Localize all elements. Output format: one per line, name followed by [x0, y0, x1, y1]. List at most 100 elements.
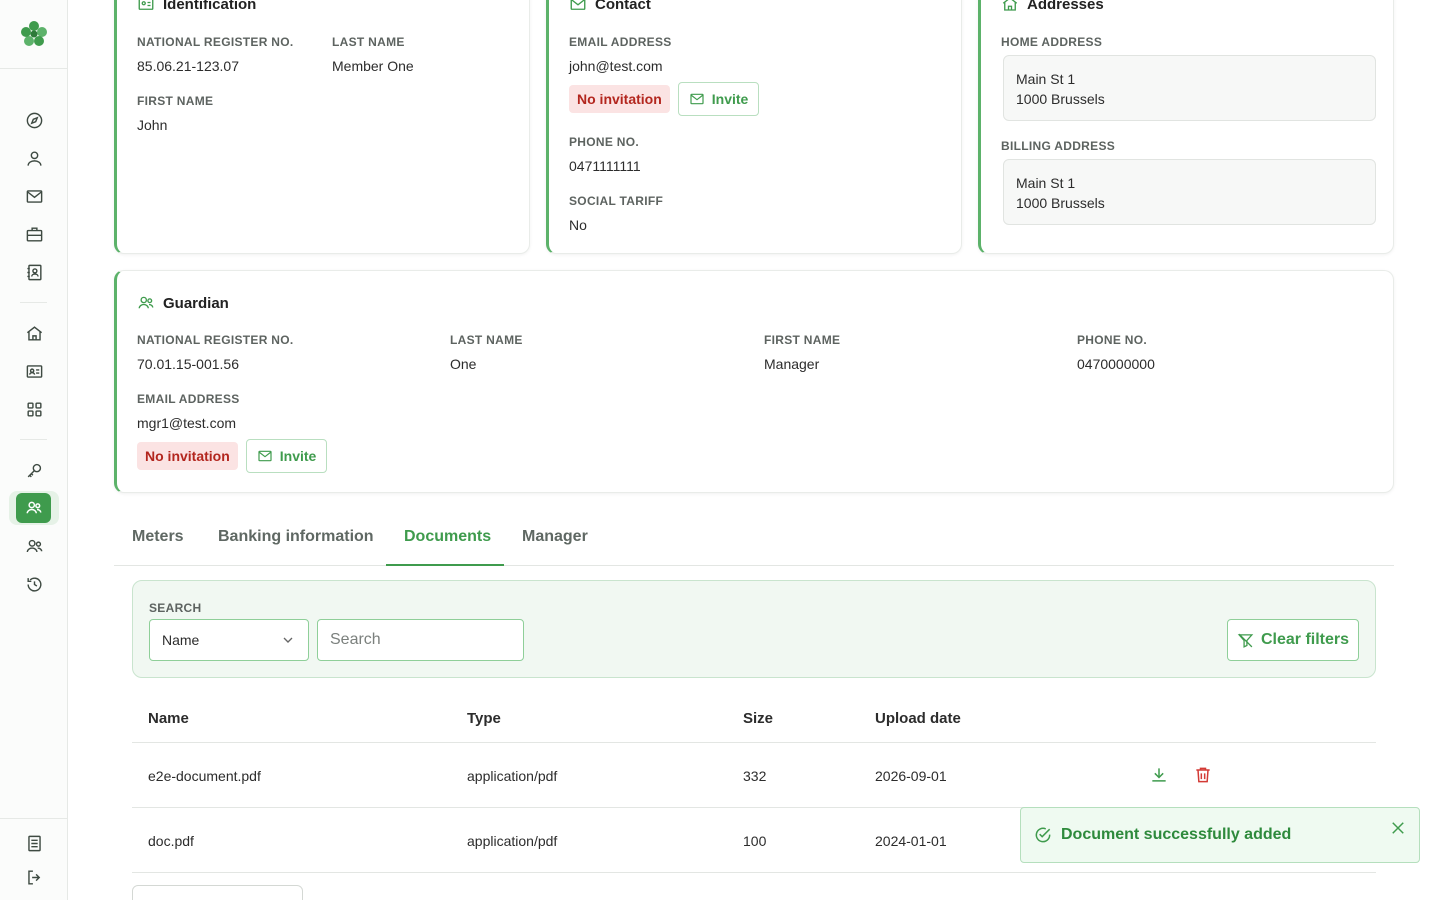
home-icon[interactable]	[22, 321, 46, 345]
tab-meters[interactable]: Meters	[132, 528, 184, 546]
field-label: NATIONAL REGISTER NO.	[137, 35, 294, 49]
contact-invitation-row: No invitation Invite	[569, 82, 760, 116]
check-circle-icon	[1033, 825, 1053, 845]
guardian-national-register: NATIONAL REGISTER NO. 70.01.15-001.56	[137, 333, 294, 372]
card-title-guardian: Guardian	[137, 294, 229, 312]
field-label: LAST NAME	[450, 333, 523, 347]
filter-clear-icon	[1237, 633, 1254, 648]
home-icon	[1001, 0, 1019, 13]
cell-size: 332	[743, 768, 767, 784]
member-tabs: Meters Banking information Documents Man…	[114, 520, 1394, 566]
invitation-status-badge: No invitation	[137, 442, 238, 470]
address-line: Main St 1	[1016, 175, 1076, 191]
add-document-button[interactable]	[132, 885, 303, 900]
search-label: SEARCH	[149, 601, 202, 615]
search-input[interactable]	[317, 619, 524, 661]
cell-upload-date: 2024-01-01	[875, 833, 947, 849]
toast-message: Document successfully added	[1061, 826, 1292, 843]
trash-icon[interactable]	[1193, 765, 1213, 785]
cell-upload-date: 2026-09-01	[875, 768, 947, 784]
card-title-identification: Identification	[137, 0, 256, 13]
field-value: No	[569, 217, 587, 233]
history-icon[interactable]	[22, 572, 46, 596]
active-tab-indicator	[386, 564, 504, 566]
field-value: Manager	[764, 356, 820, 372]
field-label: PHONE NO.	[569, 135, 640, 149]
mail-icon[interactable]	[22, 184, 46, 208]
field-label: EMAIL ADDRESS	[569, 35, 672, 49]
sidebar-divider	[20, 302, 47, 303]
invite-button-label: Invite	[711, 91, 749, 107]
invitation-status-badge: No invitation	[569, 85, 670, 113]
column-header-size[interactable]: Size	[743, 710, 773, 727]
tab-documents[interactable]: Documents	[404, 528, 491, 546]
sidebar-divider	[20, 439, 47, 440]
sidebar-divider	[0, 818, 67, 819]
document-icon[interactable]	[22, 831, 46, 855]
card-title-addresses: Addresses	[1001, 0, 1104, 13]
identification-first-name: FIRST NAME John	[137, 94, 213, 133]
identification-national-register: NATIONAL REGISTER NO. 85.06.21-123.07	[137, 35, 294, 74]
search-field-select[interactable]: Name	[149, 619, 309, 661]
key-icon[interactable]	[22, 458, 46, 482]
field-value: John	[137, 117, 168, 133]
briefcase-icon[interactable]	[22, 222, 46, 246]
field-label: EMAIL ADDRESS	[137, 392, 240, 406]
field-value: 85.06.21-123.07	[137, 58, 239, 74]
compass-icon[interactable]	[22, 108, 46, 132]
table-row: e2e-document.pdf application/pdf 332 202…	[132, 743, 1376, 808]
field-value: 0470000000	[1077, 356, 1155, 372]
contact-book-icon[interactable]	[22, 260, 46, 284]
contact-social-tariff: SOCIAL TARIFF No	[569, 194, 663, 233]
addresses-card: Addresses HOME ADDRESS Main St 1 1000 Br…	[978, 0, 1394, 254]
cell-type: application/pdf	[467, 833, 558, 849]
users-icon	[137, 294, 155, 312]
cell-name: doc.pdf	[148, 833, 194, 849]
identification-last-name: LAST NAME Member One	[332, 35, 414, 74]
contact-email: EMAIL ADDRESS john@test.com	[569, 35, 672, 74]
sidebar-item-members-active[interactable]	[9, 491, 59, 525]
tab-banking-information[interactable]: Banking information	[218, 528, 374, 546]
identification-card: Identification NATIONAL REGISTER NO. 85.…	[114, 0, 530, 254]
address-line: 1000 Brussels	[1016, 195, 1105, 211]
address-line: Main St 1	[1016, 71, 1076, 87]
mail-icon	[569, 0, 587, 13]
field-label: NATIONAL REGISTER NO.	[137, 333, 294, 347]
clear-filters-button[interactable]: Clear filters	[1227, 619, 1359, 661]
invite-button[interactable]: Invite	[677, 82, 760, 116]
logout-icon[interactable]	[22, 865, 46, 889]
field-label: BILLING ADDRESS	[1001, 139, 1116, 153]
download-icon[interactable]	[1149, 765, 1169, 785]
search-field-selected: Name	[162, 632, 200, 648]
column-header-name[interactable]: Name	[148, 710, 189, 727]
user-icon[interactable]	[22, 146, 46, 170]
cell-type: application/pdf	[467, 768, 558, 784]
field-value: john@test.com	[569, 58, 663, 74]
guardian-invitation-row: No invitation Invite	[137, 439, 328, 473]
contact-title: Contact	[595, 0, 651, 13]
chevron-down-icon	[283, 637, 293, 643]
app-logo[interactable]	[19, 19, 49, 49]
card-title-contact: Contact	[569, 0, 651, 13]
addresses-title: Addresses	[1027, 0, 1104, 13]
tab-manager[interactable]: Manager	[522, 528, 588, 546]
column-header-type[interactable]: Type	[467, 710, 501, 727]
billing-address-box: Main St 1 1000 Brussels	[1003, 159, 1376, 225]
users-icon	[16, 493, 51, 523]
field-label: SOCIAL TARIFF	[569, 194, 664, 208]
user-group-icon[interactable]	[22, 534, 46, 558]
billing-address-label-wrap: BILLING ADDRESS	[1001, 139, 1115, 153]
grid-icon[interactable]	[22, 397, 46, 421]
close-icon[interactable]	[1389, 819, 1407, 837]
cell-name: e2e-document.pdf	[148, 768, 261, 784]
contact-phone: PHONE NO. 0471111111	[569, 135, 641, 174]
success-toast: Document successfully added	[1020, 807, 1420, 863]
guardian-card: Guardian NATIONAL REGISTER NO. 70.01.15-…	[114, 270, 1394, 493]
field-label: PHONE NO.	[1077, 333, 1148, 347]
guardian-phone: PHONE NO. 0470000000	[1077, 333, 1155, 372]
field-value: Member One	[332, 58, 414, 74]
invite-button-label: Invite	[279, 448, 317, 464]
guardian-invite-button[interactable]: Invite	[245, 439, 328, 473]
id-card-icon[interactable]	[22, 359, 46, 383]
column-header-upload-date[interactable]: Upload date	[875, 710, 961, 727]
